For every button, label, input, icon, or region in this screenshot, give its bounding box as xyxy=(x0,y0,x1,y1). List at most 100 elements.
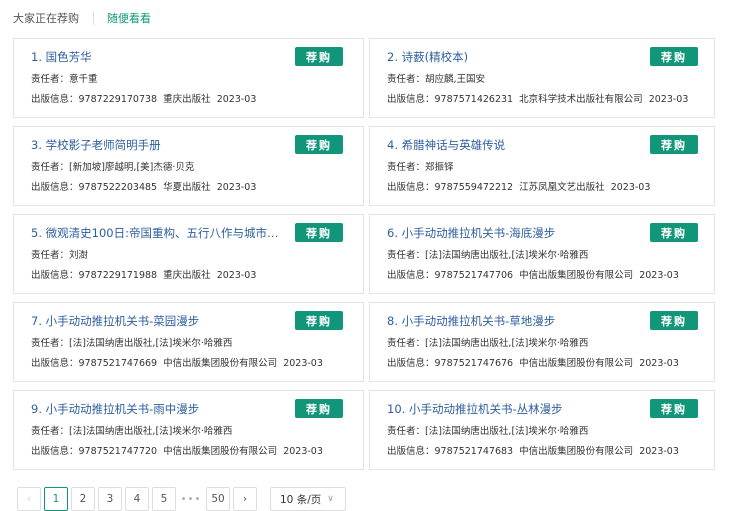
author-value: [法]法国纳唐出版社,[法]埃米尔·哈雅西 xyxy=(425,426,589,437)
tab-bar: 大家正在荐购 随便看看 xyxy=(13,10,151,26)
book-grid: 1. 国色芳华 荐购 责任者：意千重 出版信息：9787229170738 重庆… xyxy=(13,38,715,470)
author-value: [法]法国纳唐出版社,[法]埃米尔·哈雅西 xyxy=(425,250,589,261)
next-page-button[interactable]: › xyxy=(233,487,257,511)
author-label: 责任者： xyxy=(387,338,426,349)
book-title[interactable]: 3. 学校影子老师简明手册 xyxy=(31,137,287,153)
author-line: 责任者：意千重 xyxy=(31,71,98,85)
publication-line: 出版信息：9787522203485 华夏出版社 2023-03 xyxy=(31,179,256,193)
isbn: 9787559472212 xyxy=(434,182,514,193)
recommend-button[interactable]: 荐购 xyxy=(650,135,698,154)
pub-label: 出版信息： xyxy=(31,358,79,369)
recommend-button[interactable]: 荐购 xyxy=(295,311,343,330)
author-line: 责任者：[法]法国纳唐出版社,[法]埃米尔·哈雅西 xyxy=(31,335,232,349)
page-3-button[interactable]: 3 xyxy=(98,487,122,511)
isbn: 9787522203485 xyxy=(78,182,158,193)
publication-line: 出版信息：9787521747683 中信出版集团股份有限公司 2023-03 xyxy=(387,443,679,457)
author-label: 责任者： xyxy=(387,162,426,173)
isbn: 9787521747706 xyxy=(434,270,514,281)
page-4-button[interactable]: 4 xyxy=(125,487,149,511)
book-card: 10. 小手动动推拉机关书-丛林漫步 荐购 责任者：[法]法国纳唐出版社,[法]… xyxy=(369,390,715,470)
author-label: 责任者： xyxy=(387,250,426,261)
page-1-button[interactable]: 1 xyxy=(44,487,68,511)
prev-page-button[interactable]: ‹ xyxy=(17,487,41,511)
page-2-button[interactable]: 2 xyxy=(71,487,95,511)
book-title[interactable]: 9. 小手动动推拉机关书-雨中漫步 xyxy=(31,401,287,417)
recommend-button[interactable]: 荐购 xyxy=(295,135,343,154)
pub-label: 出版信息： xyxy=(31,270,79,281)
recommend-button[interactable]: 荐购 xyxy=(295,47,343,66)
author-line: 责任者：刘澍 xyxy=(31,247,88,261)
publication-line: 出版信息：9787559472212 江苏凤凰文艺出版社 2023-03 xyxy=(387,179,650,193)
recommend-button[interactable]: 荐购 xyxy=(650,399,698,418)
author-line: 责任者：[新加坡]廖越明,[美]杰德·贝克 xyxy=(31,159,194,173)
book-card: 5. 微观清史100日:帝国重构、五行八作与城市摩... 荐购 责任者：刘澍 出… xyxy=(13,214,364,294)
author-line: 责任者：[法]法国纳唐出版社,[法]埃米尔·哈雅西 xyxy=(387,335,588,349)
pub-date: 2023-03 xyxy=(283,446,323,457)
publisher: 中信出版集团股份有限公司 xyxy=(519,270,634,281)
book-title[interactable]: 5. 微观清史100日:帝国重构、五行八作与城市摩... xyxy=(31,225,287,241)
author-value: 意千重 xyxy=(69,74,98,85)
publisher: 中信出版集团股份有限公司 xyxy=(163,358,278,369)
publication-line: 出版信息：9787521747720 中信出版集团股份有限公司 2023-03 xyxy=(31,443,323,457)
page-50-button[interactable]: 50 xyxy=(206,487,230,511)
book-card: 9. 小手动动推拉机关书-雨中漫步 荐购 责任者：[法]法国纳唐出版社,[法]埃… xyxy=(13,390,364,470)
book-title[interactable]: 7. 小手动动推拉机关书-菜园漫步 xyxy=(31,313,287,329)
book-title[interactable]: 10. 小手动动推拉机关书-丛林漫步 xyxy=(387,401,643,417)
pub-label: 出版信息： xyxy=(387,94,435,105)
author-label: 责任者： xyxy=(387,426,426,437)
page-5-button[interactable]: 5 xyxy=(152,487,176,511)
pub-date: 2023-03 xyxy=(283,358,323,369)
tab-random[interactable]: 随便看看 xyxy=(107,10,151,26)
publication-line: 出版信息：9787521747706 中信出版集团股份有限公司 2023-03 xyxy=(387,267,679,281)
pub-label: 出版信息： xyxy=(387,270,435,281)
tab-recommending[interactable]: 大家正在荐购 xyxy=(13,10,79,26)
book-card: 7. 小手动动推拉机关书-菜园漫步 荐购 责任者：[法]法国纳唐出版社,[法]埃… xyxy=(13,302,364,382)
author-line: 责任者：胡应麟,王国安 xyxy=(387,71,485,85)
author-value: [新加坡]廖越明,[美]杰德·贝克 xyxy=(69,162,195,173)
publisher: 华夏出版社 xyxy=(163,182,211,193)
book-title[interactable]: 6. 小手动动推拉机关书-海底漫步 xyxy=(387,225,643,241)
author-line: 责任者：[法]法国纳唐出版社,[法]埃米尔·哈雅西 xyxy=(31,423,232,437)
recommend-button[interactable]: 荐购 xyxy=(295,399,343,418)
more-pages-ellipsis[interactable]: ••• xyxy=(179,494,203,505)
book-title[interactable]: 2. 诗薮(精校本) xyxy=(387,49,643,65)
publisher: 中信出版集团股份有限公司 xyxy=(519,358,634,369)
author-value: [法]法国纳唐出版社,[法]埃米尔·哈雅西 xyxy=(69,426,233,437)
pub-date: 2023-03 xyxy=(216,270,257,281)
isbn: 9787521747676 xyxy=(434,358,514,369)
isbn: 9787571426231 xyxy=(434,94,514,105)
pub-date: 2023-03 xyxy=(639,446,679,457)
isbn: 9787521747720 xyxy=(78,446,158,457)
author-label: 责任者： xyxy=(31,338,70,349)
isbn: 9787521747669 xyxy=(78,358,158,369)
isbn: 9787229170738 xyxy=(78,94,158,105)
recommend-button[interactable]: 荐购 xyxy=(295,223,343,242)
publisher: 重庆出版社 xyxy=(163,270,211,281)
publication-line: 出版信息：9787229171988 重庆出版社 2023-03 xyxy=(31,267,256,281)
recommend-button[interactable]: 荐购 xyxy=(650,47,698,66)
book-card: 4. 希腊神话与英雄传说 荐购 责任者：郑振铎 出版信息：97875594722… xyxy=(369,126,715,206)
pub-label: 出版信息： xyxy=(31,94,79,105)
pub-label: 出版信息： xyxy=(387,446,435,457)
author-line: 责任者：[法]法国纳唐出版社,[法]埃米尔·哈雅西 xyxy=(387,423,588,437)
book-title[interactable]: 4. 希腊神话与英雄传说 xyxy=(387,137,643,153)
author-value: [法]法国纳唐出版社,[法]埃米尔·哈雅西 xyxy=(69,338,233,349)
publisher: 江苏凤凰文艺出版社 xyxy=(519,182,605,193)
publication-line: 出版信息：9787571426231 北京科学技术出版社有限公司 2023-03 xyxy=(387,91,688,105)
recommend-button[interactable]: 荐购 xyxy=(650,311,698,330)
publication-line: 出版信息：9787229170738 重庆出版社 2023-03 xyxy=(31,91,256,105)
page-size-select[interactable]: 10 条/页 ∨ xyxy=(270,487,346,511)
book-title[interactable]: 8. 小手动动推拉机关书-草地漫步 xyxy=(387,313,643,329)
author-line: 责任者：郑振铎 xyxy=(387,159,454,173)
pub-date: 2023-03 xyxy=(648,94,689,105)
publisher: 中信出版集团股份有限公司 xyxy=(163,446,278,457)
author-label: 责任者： xyxy=(31,162,70,173)
recommend-button[interactable]: 荐购 xyxy=(650,223,698,242)
pub-date: 2023-03 xyxy=(639,270,679,281)
book-title[interactable]: 1. 国色芳华 xyxy=(31,49,287,65)
author-line: 责任者：[法]法国纳唐出版社,[法]埃米尔·哈雅西 xyxy=(387,247,588,261)
book-card: 8. 小手动动推拉机关书-草地漫步 荐购 责任者：[法]法国纳唐出版社,[法]埃… xyxy=(369,302,715,382)
publication-line: 出版信息：9787521747676 中信出版集团股份有限公司 2023-03 xyxy=(387,355,679,369)
author-value: [法]法国纳唐出版社,[法]埃米尔·哈雅西 xyxy=(425,338,589,349)
pub-label: 出版信息： xyxy=(31,446,79,457)
